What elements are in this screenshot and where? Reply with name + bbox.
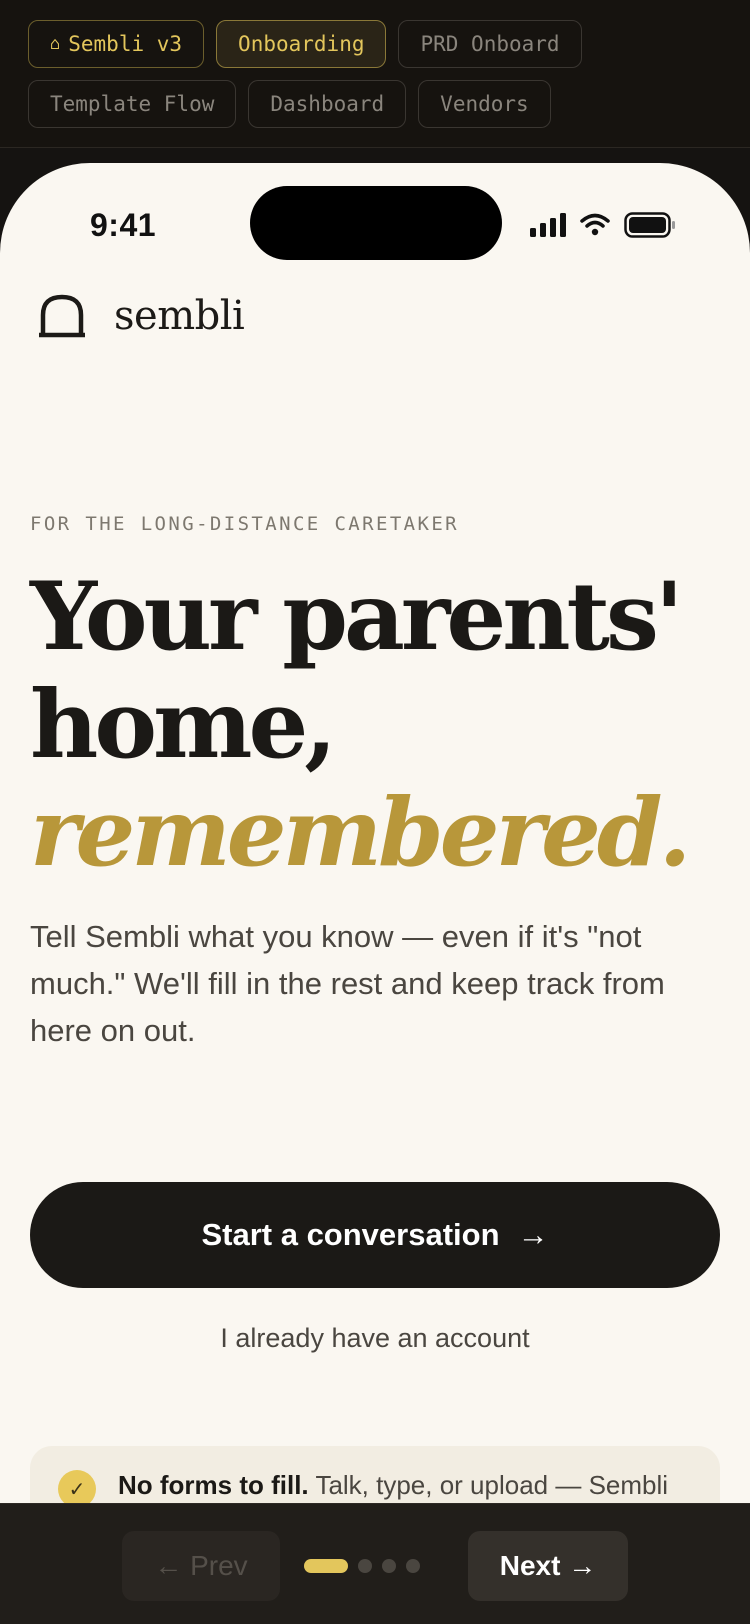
step-dot-active bbox=[304, 1559, 348, 1573]
check-icon: ✓ bbox=[58, 1470, 96, 1503]
eyebrow-text: FOR THE LONG-DISTANCE CARETAKER bbox=[30, 513, 460, 535]
tab-vendors[interactable]: Vendors bbox=[418, 80, 551, 128]
status-bar: 9:41 bbox=[0, 163, 750, 273]
cellular-signal-icon bbox=[530, 213, 566, 237]
wifi-icon bbox=[580, 213, 610, 236]
tab-onboarding[interactable]: Onboarding bbox=[216, 20, 387, 68]
step-indicator bbox=[304, 1559, 420, 1573]
tab-sembli-v3[interactable]: ⌂ Sembli v3 bbox=[28, 20, 205, 68]
tab-row-secondary: Template Flow Dashboard Vendors bbox=[28, 80, 750, 128]
existing-account-link[interactable]: I already have an account bbox=[0, 1323, 750, 1354]
battery-icon bbox=[624, 212, 675, 238]
feature-text: No forms to fill. Talk, type, or upload … bbox=[118, 1468, 668, 1501]
tab-dashboard[interactable]: Dashboard bbox=[248, 80, 407, 128]
hero-subtitle: Tell Sembli what you know — even if it's… bbox=[30, 919, 665, 1048]
cta-label: Start a conversation bbox=[201, 1217, 500, 1252]
headline-accent: remembered. bbox=[30, 778, 691, 888]
status-icons bbox=[530, 212, 676, 238]
step-dot bbox=[382, 1559, 396, 1573]
brand-logo: sembli bbox=[38, 293, 245, 339]
arrow-right-icon: → bbox=[517, 1217, 549, 1252]
sembli-logo-icon bbox=[39, 294, 85, 338]
tab-label: Onboarding bbox=[238, 32, 365, 56]
feature-card: ✓ No forms to fill. Talk, type, or uploa… bbox=[30, 1446, 720, 1503]
bottom-nav: ← Prev Next → bbox=[0, 1503, 750, 1624]
prev-button[interactable]: ← Prev bbox=[122, 1531, 280, 1601]
top-tab-bar: ⌂ Sembli v3 Onboarding PRD Onboard Templ… bbox=[0, 0, 750, 148]
feature-bold: No forms to fill. bbox=[118, 1470, 309, 1500]
step-dot bbox=[358, 1559, 372, 1573]
tab-label: Dashboard bbox=[270, 92, 385, 116]
tab-label: Template Flow bbox=[50, 92, 215, 116]
feature-body: Talk, type, or upload — Sembli bbox=[315, 1470, 669, 1500]
dynamic-island bbox=[250, 186, 502, 260]
status-time: 9:41 bbox=[90, 207, 157, 243]
step-dot bbox=[406, 1559, 420, 1573]
tab-prd-onboard[interactable]: PRD Onboard bbox=[398, 20, 582, 68]
home-icon: ⌂ bbox=[50, 34, 61, 54]
next-button[interactable]: Next → bbox=[468, 1531, 628, 1601]
phone-screen: 9:41 sembli FOR THE LONG-DISTANCE CARETA… bbox=[0, 163, 750, 1503]
tab-label: PRD Onboard bbox=[420, 32, 560, 56]
headline-line-2: home, bbox=[30, 670, 337, 780]
tab-row-primary: ⌂ Sembli v3 Onboarding PRD Onboard bbox=[28, 20, 750, 68]
tab-template-flow[interactable]: Template Flow bbox=[28, 80, 237, 128]
tab-label: Vendors bbox=[440, 92, 529, 116]
hero-headline: Your parents' home, remembered. bbox=[30, 563, 730, 887]
tab-label: Sembli v3 bbox=[68, 32, 183, 56]
brand-name: sembli bbox=[114, 293, 245, 339]
headline-line-1: Your parents' bbox=[30, 562, 684, 672]
start-conversation-button[interactable]: Start a conversation → bbox=[30, 1182, 720, 1288]
